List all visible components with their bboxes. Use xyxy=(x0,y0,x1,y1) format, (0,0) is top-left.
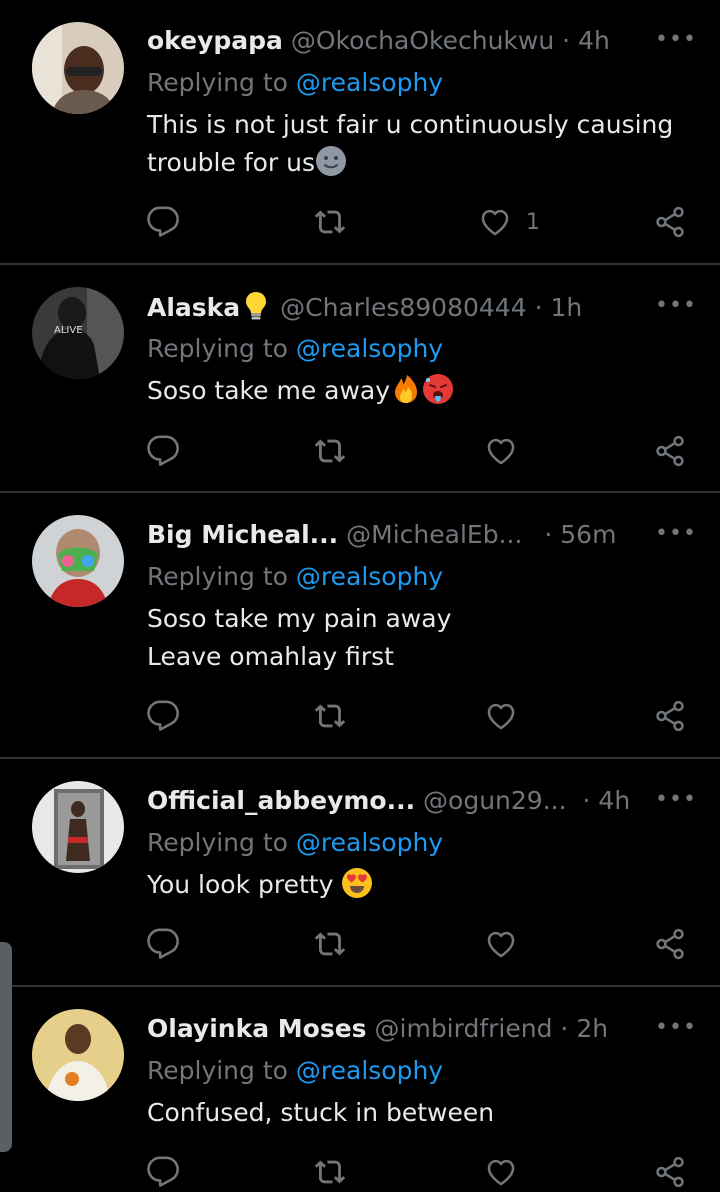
tweet-text: Confused, stuck in between xyxy=(147,1098,495,1127)
display-name[interactable]: Olayinka Moses xyxy=(147,1014,367,1043)
more-icon[interactable]: ••• xyxy=(655,523,697,545)
scrollbar-thumb[interactable] xyxy=(0,942,12,1152)
retweet-icon[interactable] xyxy=(314,434,348,468)
user-handle[interactable]: @Charles89080444 xyxy=(280,293,527,322)
tweet-header: Big Micheal... @MichealEb... · 56m xyxy=(147,518,616,552)
tweet-text: This is not just fair u continuously cau… xyxy=(147,106,687,182)
retweet-icon[interactable] xyxy=(314,927,348,961)
retweet-icon[interactable] xyxy=(314,205,348,239)
slightly-smiling-face-emoji xyxy=(315,145,347,177)
share-icon[interactable] xyxy=(653,434,687,468)
replying-to: Replying to @realsophy xyxy=(147,560,443,594)
separator: · xyxy=(534,293,543,322)
heart-eyes-emoji xyxy=(341,867,373,899)
user-handle[interactable]: @OkochaOkechukwu xyxy=(291,26,554,55)
retweet-icon[interactable] xyxy=(314,1155,348,1189)
reply-icon[interactable] xyxy=(146,205,180,239)
tweet-text: Soso take me away xyxy=(147,372,687,410)
replying-to-label: Replying to xyxy=(147,68,296,97)
replying-to-label: Replying to xyxy=(147,1056,296,1085)
tweet-header: Official_abbeymo... @ogun29... · 4h xyxy=(147,784,630,818)
tweet-header: okeypapa @OkochaOkechukwu · 4h xyxy=(147,24,610,58)
avatar[interactable] xyxy=(32,22,124,114)
timestamp[interactable]: 1h xyxy=(550,293,582,322)
display-name[interactable]: Official_abbeymo... xyxy=(147,786,415,815)
replying-to-label: Replying to xyxy=(147,562,296,591)
replying-to: Replying to @realsophy xyxy=(147,332,443,366)
replying-to-label: Replying to xyxy=(147,334,296,363)
more-icon[interactable]: ••• xyxy=(655,789,697,811)
like-icon[interactable] xyxy=(478,205,512,239)
divider xyxy=(0,263,720,265)
like-icon[interactable] xyxy=(484,434,518,468)
divider xyxy=(0,985,720,987)
tweet-text-content: You look pretty xyxy=(147,870,342,899)
timestamp[interactable]: 56m xyxy=(560,520,616,549)
fire-emoji xyxy=(390,373,422,405)
divider xyxy=(0,491,720,493)
tweet-header: Alaska @Charles89080444 · 1h xyxy=(147,290,582,325)
mention-link[interactable]: @realsophy xyxy=(296,1056,443,1085)
reply-icon[interactable] xyxy=(146,927,180,961)
replying-to: Replying to @realsophy xyxy=(147,1054,443,1088)
divider xyxy=(0,757,720,759)
separator: · xyxy=(544,520,553,549)
mention-link[interactable]: @realsophy xyxy=(296,562,443,591)
user-handle[interactable]: @MichealEb... xyxy=(346,520,522,549)
svg-text:ALIVE: ALIVE xyxy=(54,325,83,336)
replying-to: Replying to @realsophy xyxy=(147,826,443,860)
display-name[interactable]: Alaska xyxy=(147,293,240,322)
reply-icon[interactable] xyxy=(146,1155,180,1189)
user-handle[interactable]: @ogun29... xyxy=(423,786,567,815)
share-icon[interactable] xyxy=(653,205,687,239)
mention-link[interactable]: @realsophy xyxy=(296,828,443,857)
like-icon[interactable] xyxy=(484,927,518,961)
hot-face-emoji xyxy=(422,373,454,405)
share-icon[interactable] xyxy=(653,927,687,961)
display-name[interactable]: okeypapa xyxy=(147,26,283,55)
more-icon[interactable]: ••• xyxy=(655,295,697,317)
avatar[interactable] xyxy=(32,515,124,607)
retweet-icon[interactable] xyxy=(314,699,348,733)
tweet-text-content: Soso take me away xyxy=(147,376,391,405)
share-icon[interactable] xyxy=(653,1155,687,1189)
mention-link[interactable]: @realsophy xyxy=(296,68,443,97)
timestamp[interactable]: 2h xyxy=(576,1014,608,1043)
share-icon[interactable] xyxy=(653,699,687,733)
timestamp[interactable]: 4h xyxy=(598,786,630,815)
reply-icon[interactable] xyxy=(146,699,180,733)
more-icon[interactable]: ••• xyxy=(655,29,697,51)
separator: · xyxy=(582,786,591,815)
reply-icon[interactable] xyxy=(146,434,180,468)
tweet-text: Soso take my pain away Leave omahlay fir… xyxy=(147,604,452,671)
separator: · xyxy=(562,26,571,55)
user-handle[interactable]: @imbirdfriend xyxy=(375,1014,553,1043)
mention-link[interactable]: @realsophy xyxy=(296,334,443,363)
like-icon[interactable] xyxy=(484,1155,518,1189)
like-count: 1 xyxy=(526,210,540,235)
more-icon[interactable]: ••• xyxy=(655,1017,697,1039)
replying-to-label: Replying to xyxy=(147,828,296,857)
tweet-text-content: This is not just fair u continuously cau… xyxy=(147,110,674,177)
separator: · xyxy=(560,1014,569,1043)
tweet-header: Olayinka Moses @imbirdfriend · 2h xyxy=(147,1012,608,1046)
avatar[interactable] xyxy=(32,781,124,873)
tweet-text: You look pretty xyxy=(147,866,687,904)
avatar[interactable] xyxy=(32,1009,124,1101)
display-name[interactable]: Big Micheal... xyxy=(147,520,338,549)
timestamp[interactable]: 4h xyxy=(578,26,610,55)
like-icon[interactable] xyxy=(484,699,518,733)
replying-to: Replying to @realsophy xyxy=(147,66,443,100)
light-bulb-emoji xyxy=(240,290,272,322)
avatar[interactable]: ALIVE xyxy=(32,287,124,379)
